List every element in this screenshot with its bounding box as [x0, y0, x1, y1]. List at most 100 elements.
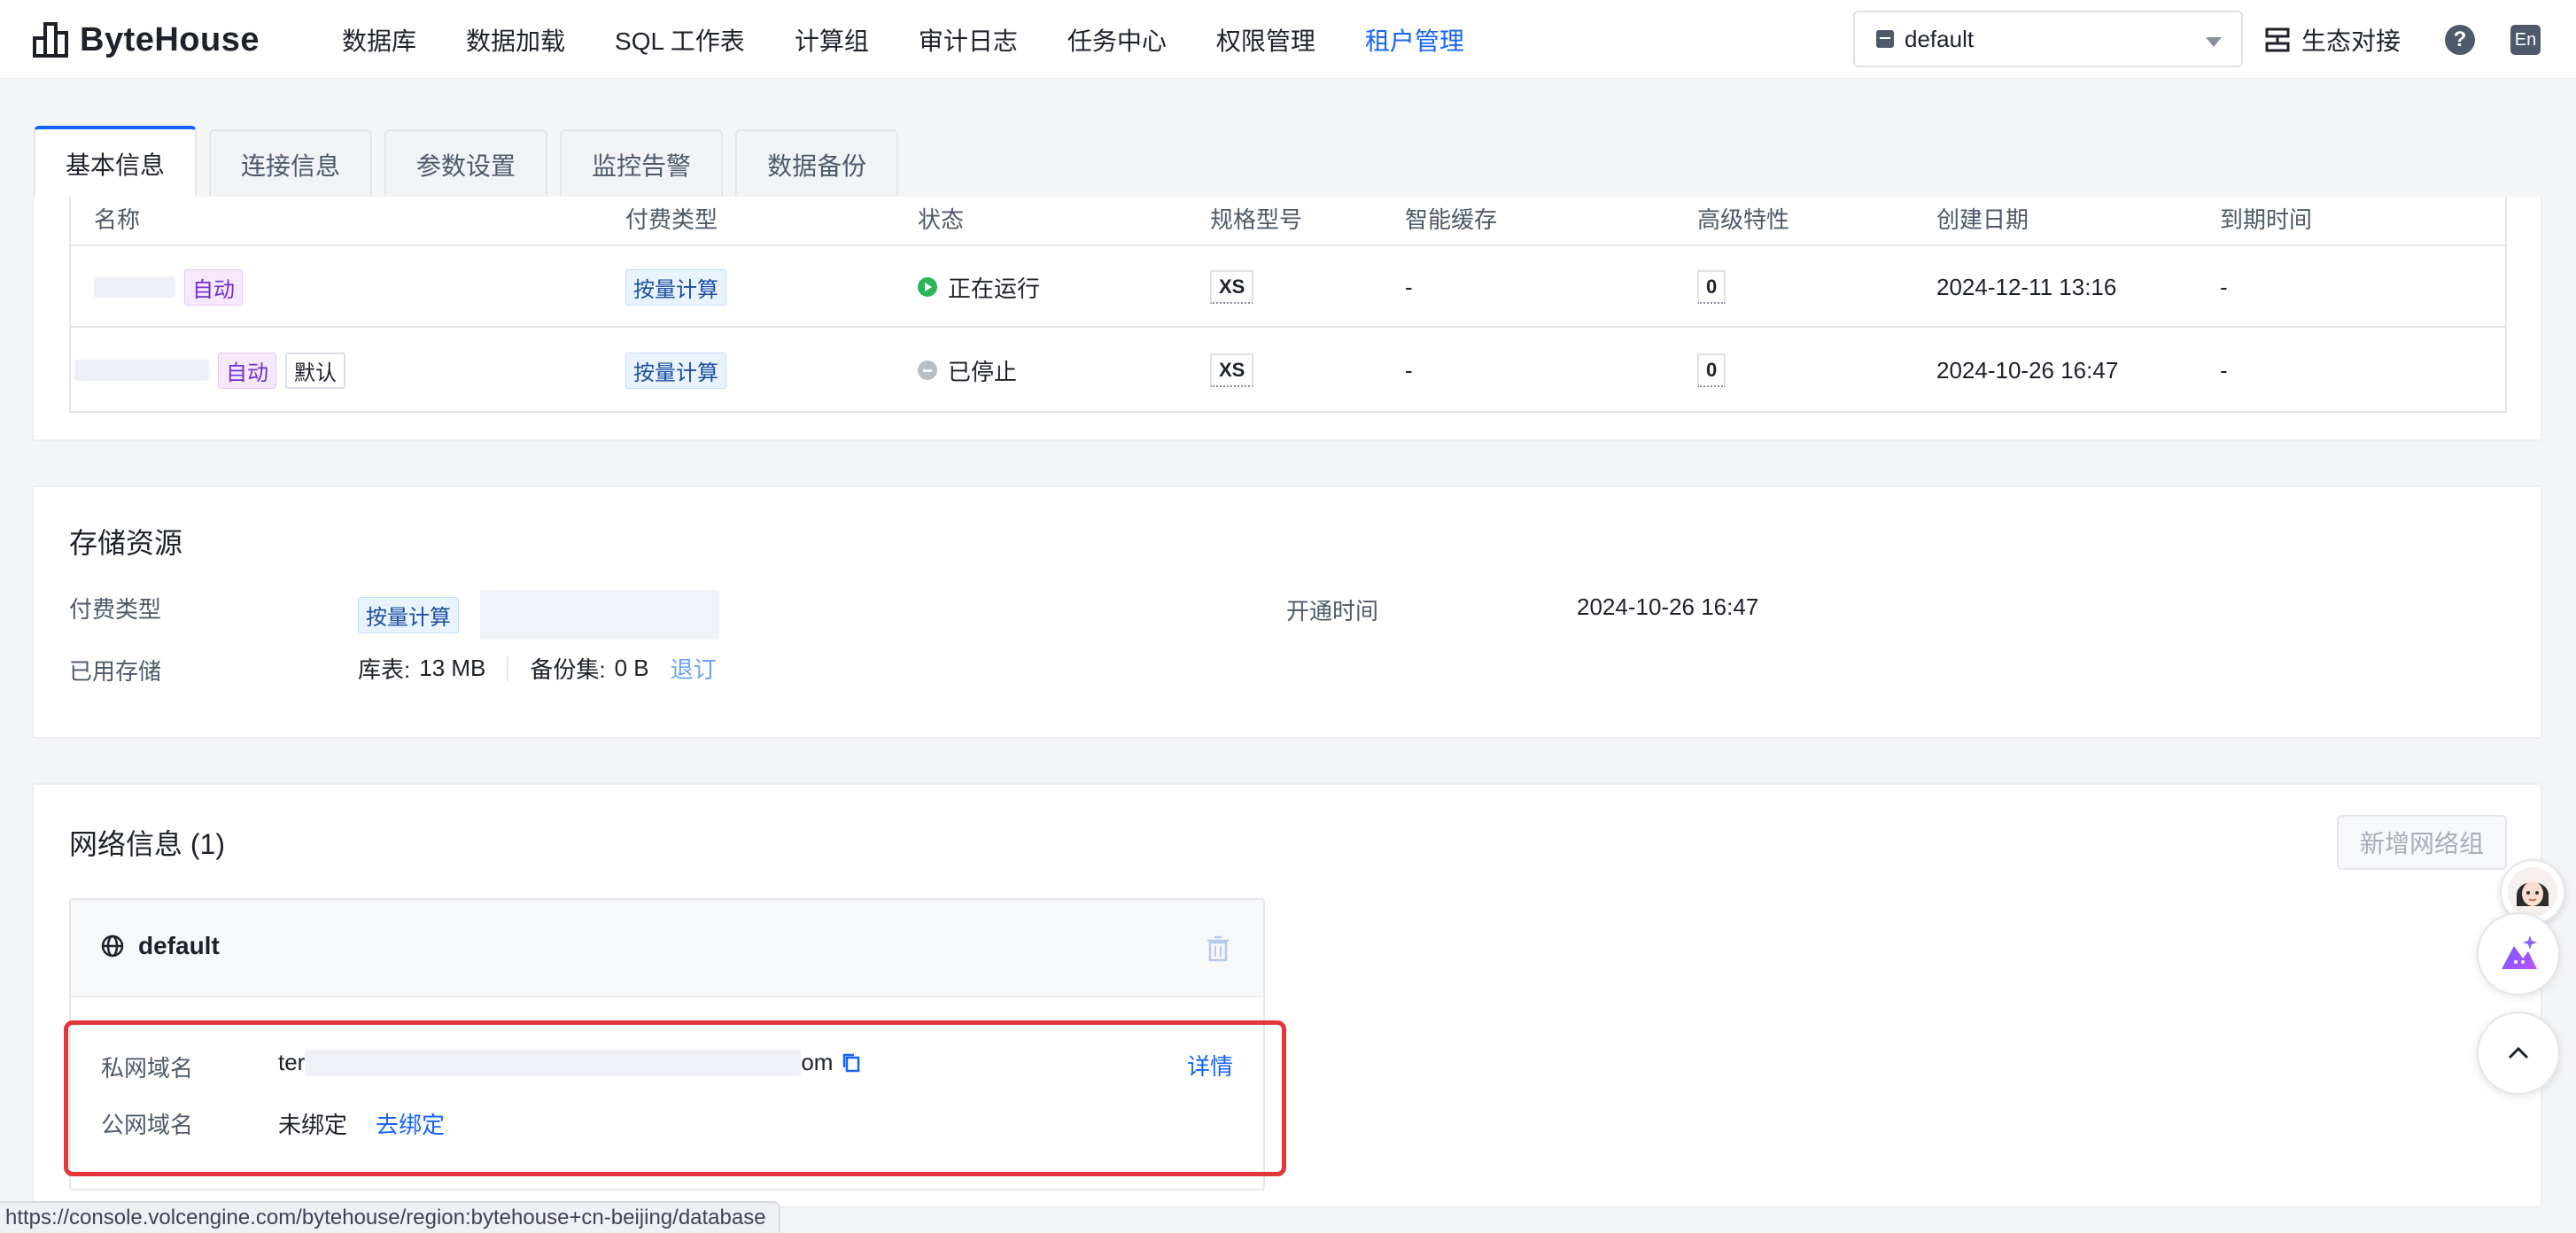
advanced-cell[interactable]: 0	[1697, 330, 1726, 411]
help-icon[interactable]: ?	[2445, 25, 2475, 55]
cache-cell: -	[1405, 273, 1413, 300]
unsubscribe-link[interactable]: 退订	[671, 652, 717, 685]
nav-item-compute-group[interactable]: 计算组	[795, 22, 869, 58]
pay-type-cell: 按量计算	[625, 246, 726, 328]
open-time-label: 开通时间	[1286, 598, 1379, 624]
created-cell: 2024-10-26 16:47	[1936, 356, 2119, 384]
database-icon	[1876, 30, 1894, 48]
eco-integration-button[interactable]: 生态对接	[2264, 18, 2401, 62]
nav-item-task-center[interactable]: 任务中心	[1067, 22, 1167, 58]
top-navbar: ByteHouse 数据库 数据加载 SQL 工作表 计算组 审计日志 任务中心…	[0, 0, 2576, 80]
main-nav: 数据库 数据加载 SQL 工作表 计算组 审计日志 任务中心 权限管理 租户管理	[342, 0, 1514, 80]
column-header-created: 创建日期	[1936, 206, 2029, 233]
pay-type-tag: 按量计算	[625, 352, 726, 389]
spec-badge[interactable]: XS	[1210, 353, 1254, 387]
status-cell: 已停止	[918, 330, 1017, 411]
trash-icon[interactable]	[1207, 935, 1230, 962]
row-name-cell[interactable]: 自动 默认	[74, 330, 345, 411]
column-header-status: 状态	[918, 206, 965, 233]
column-header-advanced: 高级特性	[1697, 206, 1790, 233]
auto-tag: 自动	[184, 268, 243, 306]
chevron-up-icon	[2508, 1046, 2529, 1059]
network-group-header: default	[71, 900, 1263, 997]
cache-cell: -	[1405, 356, 1413, 384]
language-switch[interactable]: En	[2510, 25, 2541, 55]
table-row[interactable]: 自动 默认 按量计算 已停止 XS - 0 2024-10-26 16:47 -	[71, 330, 2505, 411]
column-header-expire: 到期时间	[2220, 206, 2313, 233]
chevron-down-icon	[2206, 37, 2222, 47]
pay-type-tag: 按量计算	[358, 596, 459, 633]
status-text: 已停止	[948, 358, 1018, 385]
table-header: 名称 付费类型 状态 规格型号 智能缓存 高级特性 创建日期 到期时间	[71, 197, 2505, 246]
backup-value: 0 B	[614, 655, 649, 681]
workspace-select[interactable]: default	[1853, 11, 2243, 67]
stopped-status-icon	[918, 361, 937, 380]
column-header-smart-cache: 智能缓存	[1405, 206, 1498, 233]
scroll-to-top-button[interactable]	[2477, 1012, 2560, 1095]
storage-card: 存储资源 付费类型 按量计算 开通时间 2024-10-26 16:47 已用存…	[32, 485, 2542, 739]
tab-monitoring-alerts[interactable]: 监控告警	[560, 129, 724, 198]
nav-item-sql-worksheet[interactable]: SQL 工作表	[615, 22, 745, 58]
divider	[507, 655, 509, 681]
nav-item-data-load[interactable]: 数据加载	[466, 22, 565, 58]
network-group-name-text: default	[138, 932, 220, 959]
advanced-count-badge[interactable]: 0	[1697, 270, 1726, 304]
globe-icon	[101, 934, 124, 958]
column-header-name: 名称	[94, 206, 141, 233]
bytehouse-logo[interactable]: ByteHouse	[32, 18, 260, 62]
add-network-group-button[interactable]: 新增网络组	[2337, 815, 2507, 870]
tables-label: 库表:	[358, 656, 411, 683]
spec-cell[interactable]: XS	[1210, 330, 1254, 411]
logo-text: ByteHouse	[80, 20, 260, 58]
highlight-box	[64, 1020, 1286, 1176]
nav-item-audit-log[interactable]: 审计日志	[919, 22, 1018, 58]
nav-item-tenant-management[interactable]: 租户管理	[1365, 22, 1464, 58]
network-title: 网络信息 (1)	[69, 828, 226, 860]
tab-parameter-settings[interactable]: 参数设置	[384, 129, 548, 198]
pay-type-tag: 按量计算	[625, 268, 726, 306]
tab-connection-info[interactable]: 连接信息	[209, 129, 373, 198]
created-cell: 2024-12-11 13:16	[1936, 273, 2117, 300]
table-row[interactable]: 自动 按量计算 正在运行 XS - 0 2024-12-11 13:16 -	[71, 246, 2505, 328]
logo-icon	[33, 22, 68, 58]
network-group-name: default	[101, 932, 220, 960]
workspace-select-value: default	[1905, 25, 1975, 52]
open-time-value: 2024-10-26 16:47	[1577, 593, 1759, 620]
tables-value: 13 MB	[419, 655, 486, 681]
tab-data-backup[interactable]: 数据备份	[735, 129, 899, 198]
redacted-name	[94, 276, 175, 298]
used-storage-value: 库表: 13 MB 备份集: 0 B 退订	[358, 652, 717, 685]
auto-tag: 自动	[218, 352, 276, 389]
storage-pay-type-label: 付费类型	[69, 596, 162, 623]
column-header-spec: 规格型号	[1210, 206, 1303, 233]
backup-label: 备份集:	[530, 656, 606, 683]
default-tag: 默认	[285, 352, 345, 389]
detail-tabs: 基本信息 连接信息 参数设置 监控告警 数据备份	[34, 126, 911, 198]
advanced-cell[interactable]: 0	[1697, 246, 1726, 328]
advanced-count-badge[interactable]: 0	[1697, 353, 1726, 387]
avatar-icon	[2508, 867, 2557, 917]
expire-cell: -	[2220, 356, 2228, 384]
running-status-icon	[918, 277, 937, 297]
column-header-pay-type: 付费类型	[625, 206, 718, 233]
nav-item-permissions[interactable]: 权限管理	[1216, 22, 1315, 58]
nav-item-database[interactable]: 数据库	[342, 22, 416, 58]
compute-group-table: 名称 付费类型 状态 规格型号 智能缓存 高级特性 创建日期 到期时间 自动 按…	[69, 197, 2507, 413]
used-storage-label: 已用存储	[69, 658, 162, 685]
eco-integration-label: 生态对接	[2301, 27, 2401, 55]
storage-title: 存储资源	[69, 527, 183, 559]
redacted-name	[74, 360, 209, 381]
redacted-info	[480, 590, 719, 640]
browser-status-url: https://console.volcengine.com/bytehouse…	[0, 1201, 780, 1233]
ai-assistant-button[interactable]	[2477, 912, 2560, 996]
spec-cell[interactable]: XS	[1210, 246, 1254, 328]
compute-group-card: 名称 付费类型 状态 规格型号 智能缓存 高级特性 创建日期 到期时间 自动 按…	[32, 197, 2542, 441]
pay-type-cell: 按量计算	[625, 330, 726, 411]
integration-icon	[2265, 27, 2290, 52]
tab-basic-info[interactable]: 基本信息	[34, 126, 198, 198]
storage-pay-type-value: 按量计算	[358, 590, 728, 640]
status-cell: 正在运行	[918, 246, 1040, 328]
spec-badge[interactable]: XS	[1210, 270, 1254, 304]
status-text: 正在运行	[948, 275, 1041, 302]
row-name-cell[interactable]: 自动	[94, 246, 252, 328]
